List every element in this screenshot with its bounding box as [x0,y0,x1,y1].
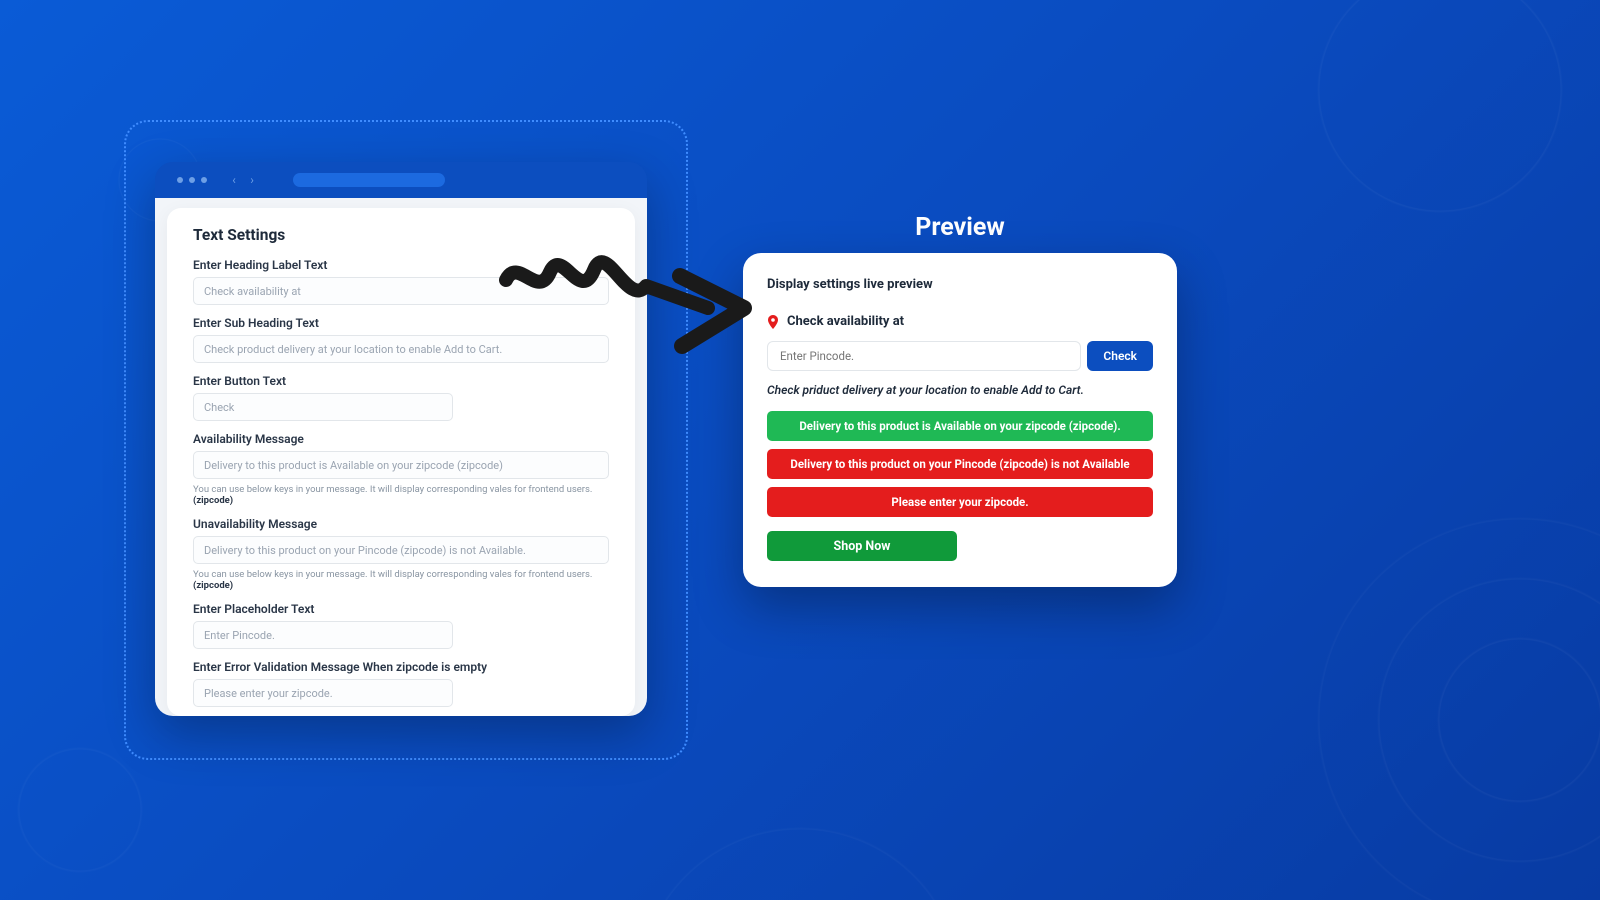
check-button[interactable]: Check [1087,341,1153,371]
availability-label: Availability Message [193,432,609,446]
pincode-input-row: Check [767,341,1153,371]
button-label: Enter Button Text [193,374,609,388]
forward-icon[interactable]: › [245,173,259,187]
url-bar[interactable] [293,173,445,187]
browser-chrome: ‹ › [155,162,647,198]
field-heading: Enter Heading Label Text [193,258,609,305]
unavailability-message: Delivery to this product on your Pincode… [767,449,1153,479]
error-input[interactable] [193,679,453,707]
unavailability-label: Unavailability Message [193,517,609,531]
placeholder-label: Enter Placeholder Text [193,602,609,616]
unavailability-input[interactable] [193,536,609,564]
field-availability: Availability Message You can use below k… [193,432,609,506]
check-availability-row: Check availability at [767,314,1153,329]
window-dot [201,177,207,183]
heading-label: Enter Heading Label Text [193,258,609,272]
field-placeholder: Enter Placeholder Text [193,602,609,649]
window-dot [177,177,183,183]
availability-helper: You can use below keys in your message. … [193,484,609,506]
subheading-label: Enter Sub Heading Text [193,316,609,330]
browser-window: ‹ › Text Settings Enter Heading Label Te… [155,162,647,716]
error-label: Enter Error Validation Message When zipc… [193,660,609,674]
field-unavailability: Unavailability Message You can use below… [193,517,609,591]
unavailability-helper: You can use below keys in your message. … [193,569,609,591]
field-subheading: Enter Sub Heading Text [193,316,609,363]
nav-arrows: ‹ › [227,173,259,187]
field-error: Enter Error Validation Message When zipc… [193,660,609,707]
field-button: Enter Button Text [193,374,609,421]
button-input[interactable] [193,393,453,421]
shop-now-button[interactable]: Shop Now [767,531,957,561]
placeholder-input[interactable] [193,621,453,649]
back-icon[interactable]: ‹ [227,173,241,187]
error-message: Please enter your zipcode. [767,487,1153,517]
text-settings-title: Text Settings [193,226,609,244]
preview-subtext: Check priduct delivery at your location … [767,383,1153,397]
preview-heading: Display settings live preview [767,277,1153,292]
heading-input[interactable] [193,277,609,305]
preview-title: Preview [910,213,1010,242]
subheading-input[interactable] [193,335,609,363]
pincode-input[interactable] [767,341,1081,371]
check-availability-label: Check availability at [787,314,904,329]
availability-input[interactable] [193,451,609,479]
location-pin-icon [767,315,779,329]
preview-card: Display settings live preview Check avai… [743,253,1177,587]
settings-card: Text Settings Enter Heading Label Text E… [167,208,635,716]
browser-body: Text Settings Enter Heading Label Text E… [155,198,647,716]
window-dot [189,177,195,183]
availability-message: Delivery to this product is Available on… [767,411,1153,441]
